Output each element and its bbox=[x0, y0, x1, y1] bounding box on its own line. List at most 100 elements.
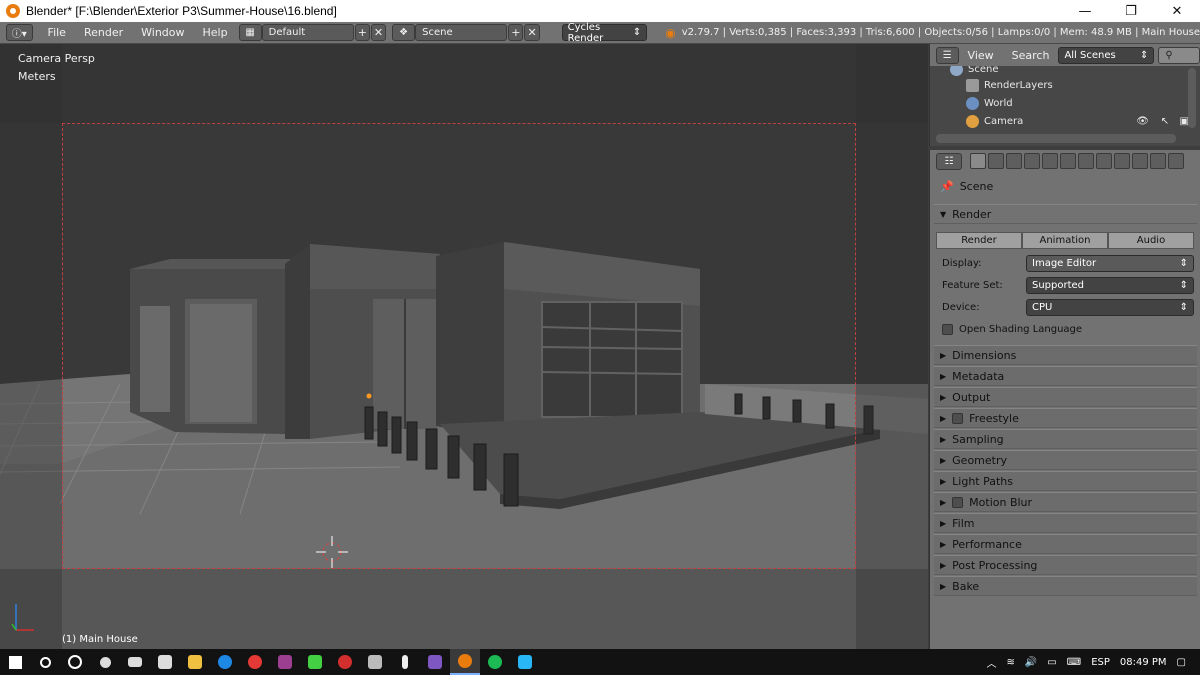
outliner-row-world[interactable]: World bbox=[930, 94, 1200, 112]
visual-studio-icon[interactable] bbox=[420, 649, 450, 675]
panel-output[interactable]: ▶ Output bbox=[934, 387, 1197, 407]
visibility-eye-icon[interactable]: 👁 bbox=[1136, 116, 1149, 127]
winrar-icon[interactable] bbox=[270, 649, 300, 675]
pin-icon[interactable]: 📌 bbox=[940, 180, 954, 193]
panel-enable-checkbox[interactable] bbox=[952, 496, 964, 508]
outliner-search-input[interactable]: ⚲ bbox=[1158, 46, 1200, 64]
texture-tab-icon[interactable] bbox=[1132, 153, 1148, 169]
axis-gizmo-icon bbox=[11, 604, 34, 631]
render-panel-header[interactable]: ▼ Render bbox=[934, 204, 1197, 224]
outliner-filter-dropdown[interactable]: All Scenes ⇕ bbox=[1058, 46, 1155, 64]
store-icon[interactable] bbox=[150, 649, 180, 675]
properties-editor-type-icon[interactable]: ☷ bbox=[936, 152, 962, 170]
expanded-triangle-icon: ▼ bbox=[940, 209, 947, 219]
render-layers-tab-icon[interactable] bbox=[988, 153, 1004, 169]
render-engine-dropdown[interactable]: Cycles Render ⇕ bbox=[561, 22, 648, 44]
notifications-icon[interactable]: ▢ bbox=[1177, 657, 1186, 668]
add-screen-button[interactable]: + bbox=[354, 24, 370, 41]
data-tab-icon[interactable] bbox=[1096, 153, 1112, 169]
panel-geometry[interactable]: ▶ Geometry bbox=[934, 450, 1197, 470]
render-button[interactable]: Render bbox=[936, 232, 1022, 249]
outliner-view-menu[interactable]: View bbox=[959, 49, 1003, 62]
outliner-horizontal-scrollbar[interactable] bbox=[936, 134, 1176, 143]
outliner-search-menu[interactable]: Search bbox=[1003, 49, 1059, 62]
outliner-row-camera[interactable]: Camera 👁 ↖ ▣ bbox=[930, 112, 1200, 130]
scene-field[interactable]: Scene bbox=[415, 24, 508, 41]
language-indicator[interactable]: ESP bbox=[1091, 657, 1110, 668]
outliner-item-label: RenderLayers bbox=[984, 79, 1053, 91]
animation-button[interactable]: Animation bbox=[1022, 232, 1108, 249]
editor-type-info-icon[interactable]: ⓘ▾ bbox=[6, 24, 33, 41]
inkscape-icon[interactable] bbox=[360, 649, 390, 675]
particles-tab-icon[interactable] bbox=[1150, 153, 1166, 169]
wifi-icon[interactable]: ≋ bbox=[1006, 657, 1014, 668]
red-circle-app-icon[interactable] bbox=[330, 649, 360, 675]
panel-enable-checkbox[interactable] bbox=[952, 412, 964, 424]
pen-tool-icon[interactable] bbox=[390, 649, 420, 675]
world-tab-icon[interactable] bbox=[1024, 153, 1040, 169]
osl-row[interactable]: Open Shading Language bbox=[942, 321, 1194, 338]
panel-performance[interactable]: ▶ Performance bbox=[934, 534, 1197, 554]
chrome-browser-icon[interactable] bbox=[240, 649, 270, 675]
panel-freestyle[interactable]: ▶ Freestyle bbox=[934, 408, 1197, 428]
panel-sampling[interactable]: ▶ Sampling bbox=[934, 429, 1197, 449]
scene-tab-icon[interactable] bbox=[1006, 153, 1022, 169]
outliner-vertical-scrollbar[interactable] bbox=[1188, 68, 1196, 128]
menu-file[interactable]: File bbox=[39, 26, 75, 39]
device-label: Device: bbox=[942, 302, 980, 313]
clock[interactable]: 08:49 PM bbox=[1120, 657, 1167, 668]
device-dropdown[interactable]: CPU ⇕ bbox=[1026, 299, 1194, 316]
close-button[interactable]: ✕ bbox=[1154, 0, 1200, 22]
blue-app-icon[interactable] bbox=[510, 649, 540, 675]
edge-browser-icon[interactable] bbox=[210, 649, 240, 675]
material-tab-icon[interactable] bbox=[1114, 153, 1130, 169]
minimize-button[interactable]: — bbox=[1062, 0, 1108, 22]
object-tab-icon[interactable] bbox=[1042, 153, 1058, 169]
volume-icon[interactable]: 🔊 bbox=[1025, 657, 1037, 668]
maximize-button[interactable]: ❐ bbox=[1108, 0, 1154, 22]
scene-icon[interactable]: ❖ bbox=[392, 24, 416, 41]
blender-taskbar-icon[interactable] bbox=[450, 649, 480, 675]
modifiers-tab-icon[interactable] bbox=[1078, 153, 1094, 169]
arrow-app-icon[interactable] bbox=[300, 649, 330, 675]
panel-film[interactable]: ▶ Film bbox=[934, 513, 1197, 533]
menu-help[interactable]: Help bbox=[194, 26, 237, 39]
screen-layout-field[interactable]: Default bbox=[261, 24, 354, 41]
menu-render[interactable]: Render bbox=[75, 26, 132, 39]
settings-gear-icon[interactable] bbox=[90, 649, 120, 675]
menu-window[interactable]: Window bbox=[132, 26, 193, 39]
panel-dimensions[interactable]: ▶ Dimensions bbox=[934, 345, 1197, 365]
delete-scene-button[interactable]: ✕ bbox=[524, 24, 540, 41]
panel-motion-blur[interactable]: ▶ Motion Blur bbox=[934, 492, 1197, 512]
outliner-editor-type-icon[interactable]: ☰ bbox=[936, 46, 959, 64]
keyboard-icon[interactable]: ⌨ bbox=[1067, 657, 1081, 668]
panel-post-processing[interactable]: ▶ Post Processing bbox=[934, 555, 1197, 575]
audio-button[interactable]: Audio bbox=[1108, 232, 1194, 249]
search-icon[interactable] bbox=[30, 649, 60, 675]
battery-icon[interactable]: ▭ bbox=[1047, 657, 1056, 668]
panel-bake[interactable]: ▶ Bake bbox=[934, 576, 1197, 596]
outliner-row-renderlayers[interactable]: RenderLayers bbox=[930, 76, 1200, 94]
start-button[interactable] bbox=[0, 649, 30, 675]
outliner-tree[interactable]: Scene RenderLayers World Camera 👁 ↖ ▣ bbox=[929, 66, 1200, 146]
cortana-icon[interactable] bbox=[60, 649, 90, 675]
panel-metadata[interactable]: ▶ Metadata bbox=[934, 366, 1197, 386]
mail-icon[interactable] bbox=[120, 649, 150, 675]
screen-layout-icon[interactable]: ▦ bbox=[238, 24, 262, 41]
constraints-tab-icon[interactable] bbox=[1060, 153, 1076, 169]
outliner-header: ☰ View Search All Scenes ⇕ ⚲ bbox=[929, 44, 1200, 66]
add-scene-button[interactable]: + bbox=[508, 24, 524, 41]
delete-screen-button[interactable]: ✕ bbox=[370, 24, 387, 41]
osl-checkbox[interactable] bbox=[942, 324, 953, 335]
spotify-icon[interactable] bbox=[480, 649, 510, 675]
audio-button-label: Audio bbox=[1136, 235, 1166, 246]
chevron-up-icon[interactable]: ︿ bbox=[986, 655, 996, 670]
physics-tab-icon[interactable] bbox=[1168, 153, 1184, 169]
panel-light-paths[interactable]: ▶ Light Paths bbox=[934, 471, 1197, 491]
selectable-cursor-icon[interactable]: ↖ bbox=[1161, 116, 1169, 127]
feature-set-dropdown[interactable]: Supported ⇕ bbox=[1026, 277, 1194, 294]
display-dropdown[interactable]: Image Editor ⇕ bbox=[1026, 255, 1194, 272]
3d-viewport[interactable]: Camera Persp Meters (1) Main House bbox=[0, 44, 928, 649]
render-tab-icon[interactable] bbox=[970, 153, 986, 169]
file-explorer-icon[interactable] bbox=[180, 649, 210, 675]
